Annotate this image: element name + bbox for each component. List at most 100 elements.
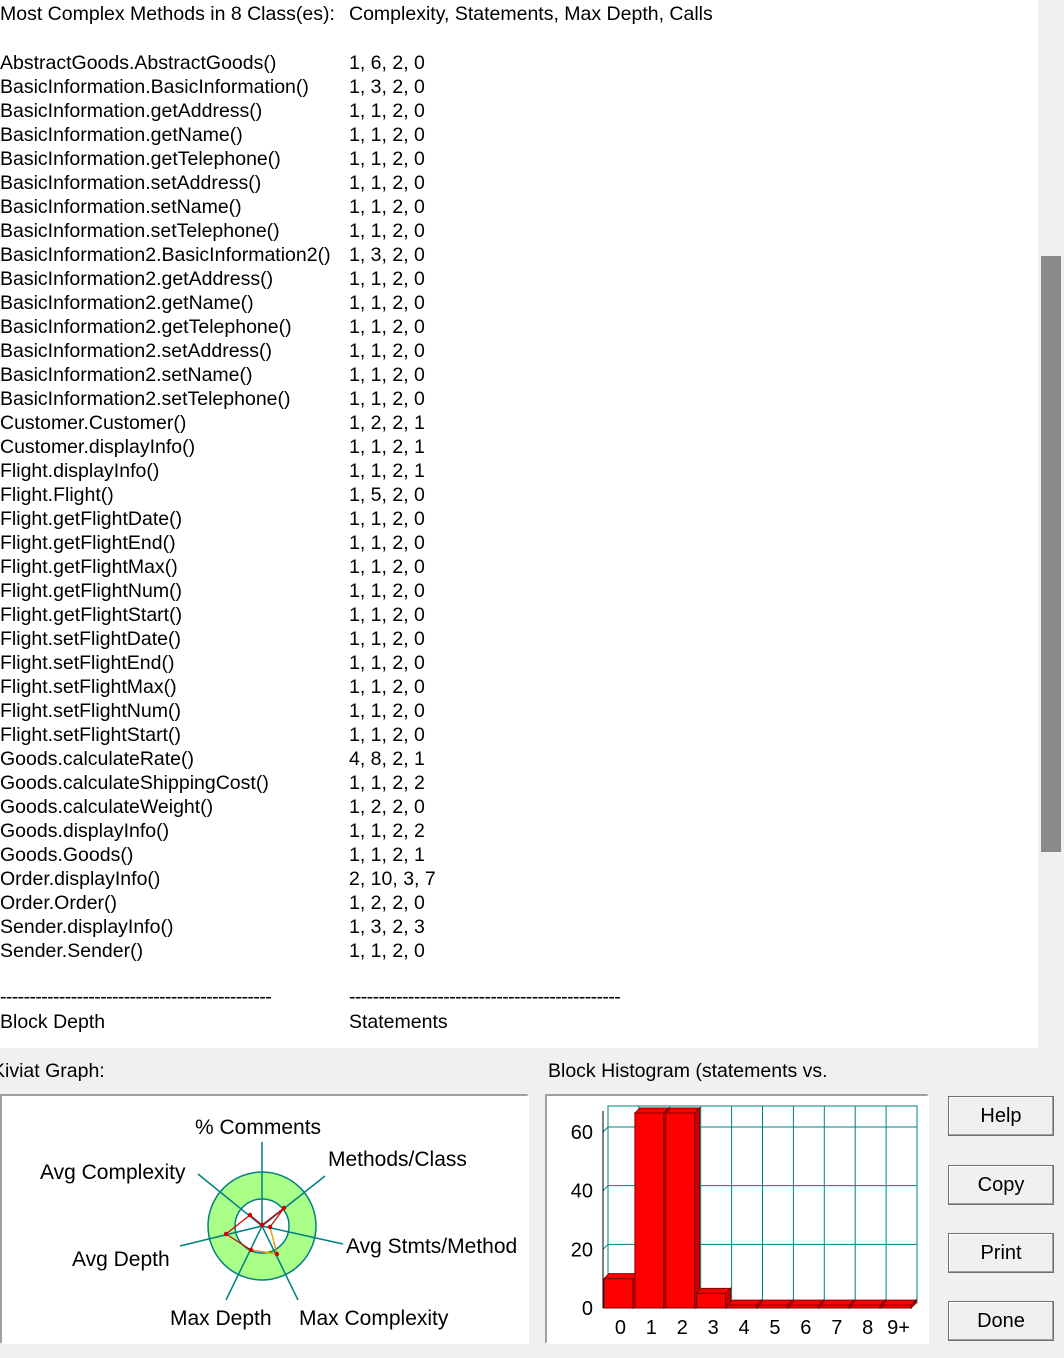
histogram-gridline-depth bbox=[602, 1126, 609, 1133]
kiviat-point bbox=[259, 1222, 265, 1228]
method-row: Goods.calculateWeight() 1, 2, 2, 0 bbox=[0, 795, 425, 819]
method-row: BasicInformation.setTelephone() 1, 1, 2, … bbox=[0, 219, 425, 243]
method-row: Goods.displayInfo() 1, 1, 2, 2 bbox=[0, 819, 425, 843]
method-row: Flight.getFlightMax() 1, 1, 2, 0 bbox=[0, 555, 425, 579]
vertical-scrollbar[interactable] bbox=[1038, 0, 1064, 1048]
block-histogram: 02040600 1 2 3 4 5 6 7 8 9+ bbox=[571, 1105, 918, 1339]
histogram-ytick-label: 40 bbox=[571, 1181, 593, 1203]
method-metrics: 1, 1, 2, 0 bbox=[349, 268, 425, 290]
histogram-ytick-label: 0 bbox=[582, 1298, 593, 1320]
method-row: AbstractGoods.AbstractGoods() 1, 6, 2, 0 bbox=[0, 51, 425, 75]
report-header-title: Most Complex Methods in 8 Class(es): bbox=[0, 3, 335, 25]
footer-statements: Statements bbox=[349, 1011, 448, 1033]
method-metrics: 1, 1, 2, 0 bbox=[349, 292, 425, 314]
kiviat-point bbox=[223, 1231, 229, 1237]
method-metrics: 1, 1, 2, 0 bbox=[349, 652, 425, 674]
method-row: BasicInformation.setAddress() 1, 1, 2, 0 bbox=[0, 171, 425, 195]
method-row: BasicInformation.getName() 1, 1, 2, 0 bbox=[0, 123, 425, 147]
label-avg-stmts-method: Avg Stmts/Method bbox=[346, 1235, 517, 1258]
method-name: Sender.displayInfo() bbox=[0, 916, 174, 938]
method-row: Goods.calculateRate() 4, 8, 2, 1 bbox=[0, 747, 425, 771]
method-name: Goods.calculateShippingCost() bbox=[0, 772, 269, 794]
method-name: Flight.getFlightEnd() bbox=[0, 532, 176, 554]
method-name: Flight.getFlightMax() bbox=[0, 556, 178, 578]
method-name: BasicInformation.getName() bbox=[0, 124, 243, 146]
method-metrics: 1, 1, 2, 0 bbox=[349, 316, 425, 338]
method-metrics: 1, 1, 2, 0 bbox=[349, 172, 425, 194]
histogram-ytick-label: 60 bbox=[571, 1122, 593, 1144]
done-button[interactable]: Done bbox=[948, 1301, 1054, 1341]
method-row: BasicInformation2.setTelephone() 1, 1, 2,… bbox=[0, 387, 425, 411]
report-panel[interactable]: Most Complex Methods in 8 Class(es): Com… bbox=[0, 0, 1038, 1048]
method-row: Sender.displayInfo() 1, 3, 2, 3 bbox=[0, 915, 425, 939]
scrollbar-thumb[interactable] bbox=[1041, 256, 1061, 852]
histogram-gridline-depth bbox=[602, 1185, 609, 1192]
histogram-bar-top bbox=[633, 1107, 671, 1114]
method-row: Flight.Flight() 1, 5, 2, 0 bbox=[0, 483, 425, 507]
method-name: Flight.setFlightMax() bbox=[0, 676, 177, 698]
method-name: Goods.calculateWeight() bbox=[0, 796, 214, 818]
method-metrics: 1, 2, 2, 0 bbox=[349, 796, 425, 818]
method-metrics: 1, 1, 2, 0 bbox=[349, 508, 425, 530]
method-name: Goods.calculateRate() bbox=[0, 748, 195, 770]
method-row: Goods.Goods() 1, 1, 2, 1 bbox=[0, 843, 425, 867]
method-name: Flight.getFlightDate() bbox=[0, 508, 183, 530]
method-row: BasicInformation2.BasicInformation2() 1, … bbox=[0, 243, 425, 267]
method-metrics: 1, 1, 2, 0 bbox=[349, 628, 425, 650]
label-comments: % Comments bbox=[195, 1116, 321, 1139]
method-row: Flight.displayInfo() 1, 1, 2, 1 bbox=[0, 459, 425, 483]
label-avg-depth: Avg Depth bbox=[72, 1248, 170, 1271]
method-metrics: 1, 1, 2, 0 bbox=[349, 940, 425, 962]
method-row: BasicInformation.getAddress() 1, 1, 2, 0 bbox=[0, 99, 425, 123]
histogram-bar-top bbox=[695, 1287, 732, 1294]
method-row: BasicInformation.getTelephone() 1, 1, 2, … bbox=[0, 147, 425, 171]
method-metrics: 1, 1, 2, 0 bbox=[349, 532, 425, 554]
method-metrics: 1, 2, 2, 1 bbox=[349, 412, 425, 434]
method-metrics: 1, 1, 2, 0 bbox=[349, 676, 425, 698]
method-name: Flight.Flight() bbox=[0, 484, 114, 506]
method-metrics: 1, 1, 2, 2 bbox=[349, 772, 425, 794]
kiviat-point bbox=[248, 1247, 254, 1253]
method-metrics: 1, 3, 2, 0 bbox=[349, 76, 425, 98]
method-row: BasicInformation.BasicInformation() 1, 3,… bbox=[0, 75, 425, 99]
method-row: Sender.Sender() 1, 1, 2, 0 bbox=[0, 939, 425, 963]
method-metrics: 1, 1, 2, 1 bbox=[349, 460, 425, 482]
histogram-xtick-label: 2 bbox=[677, 1317, 688, 1339]
method-name: Flight.displayInfo() bbox=[0, 460, 160, 482]
method-row: Order.displayInfo() 2, 10, 3, 7 bbox=[0, 867, 436, 891]
histogram-bar-side bbox=[694, 1106, 701, 1310]
print-button[interactable]: Print bbox=[948, 1233, 1054, 1273]
method-row: BasicInformation.setName() 1, 1, 2, 0 bbox=[0, 195, 425, 219]
method-name: BasicInformation2.getName() bbox=[0, 292, 254, 314]
histogram-bar-top bbox=[602, 1273, 640, 1280]
histogram-xtick-label: 9+ bbox=[887, 1317, 910, 1339]
method-row: BasicInformation2.setName() 1, 1, 2, 0 bbox=[0, 363, 425, 387]
histogram-xtick-label: 3 bbox=[708, 1317, 719, 1339]
method-row: BasicInformation2.setAddress() 1, 1, 2, 0 bbox=[0, 339, 425, 363]
method-name: BasicInformation2.setName() bbox=[0, 364, 253, 386]
method-name: AbstractGoods.AbstractGoods() bbox=[0, 52, 277, 74]
copy-button[interactable]: Copy bbox=[948, 1165, 1054, 1205]
histogram-xtick-label: 7 bbox=[831, 1317, 842, 1339]
method-name: Order.displayInfo() bbox=[0, 868, 161, 890]
histogram-panel: 0 20 40 60 0 1 2 3 4 5 6 7 8 9+ bbox=[545, 1094, 929, 1344]
method-name: Goods.displayInfo() bbox=[0, 820, 170, 842]
method-metrics: 1, 5, 2, 0 bbox=[349, 484, 425, 506]
histogram-xtick-label: 5 bbox=[769, 1317, 780, 1339]
label-avg-complexity: Avg Complexity bbox=[40, 1161, 186, 1184]
method-row: Flight.setFlightMax() 1, 1, 2, 0 bbox=[0, 675, 425, 699]
method-name: Goods.Goods() bbox=[0, 844, 134, 866]
histogram-bar bbox=[634, 1112, 665, 1309]
method-metrics: 1, 1, 2, 0 bbox=[349, 220, 425, 242]
histogram-xtick-label: 6 bbox=[800, 1317, 811, 1339]
method-name: Order.Order() bbox=[0, 892, 118, 914]
histogram-title: Block Histogram (statements vs. bbox=[548, 1060, 828, 1082]
help-button[interactable]: Help bbox=[948, 1096, 1054, 1136]
method-name: Flight.setFlightEnd() bbox=[0, 652, 175, 674]
method-name: BasicInformation2.BasicInformation2() bbox=[0, 244, 331, 266]
method-metrics: 1, 3, 2, 3 bbox=[349, 916, 425, 938]
method-metrics: 1, 1, 2, 0 bbox=[349, 196, 425, 218]
histogram-xtick-label: 8 bbox=[862, 1317, 873, 1339]
method-row: Flight.getFlightEnd() 1, 1, 2, 0 bbox=[0, 531, 425, 555]
method-metrics: 1, 1, 2, 0 bbox=[349, 604, 425, 626]
